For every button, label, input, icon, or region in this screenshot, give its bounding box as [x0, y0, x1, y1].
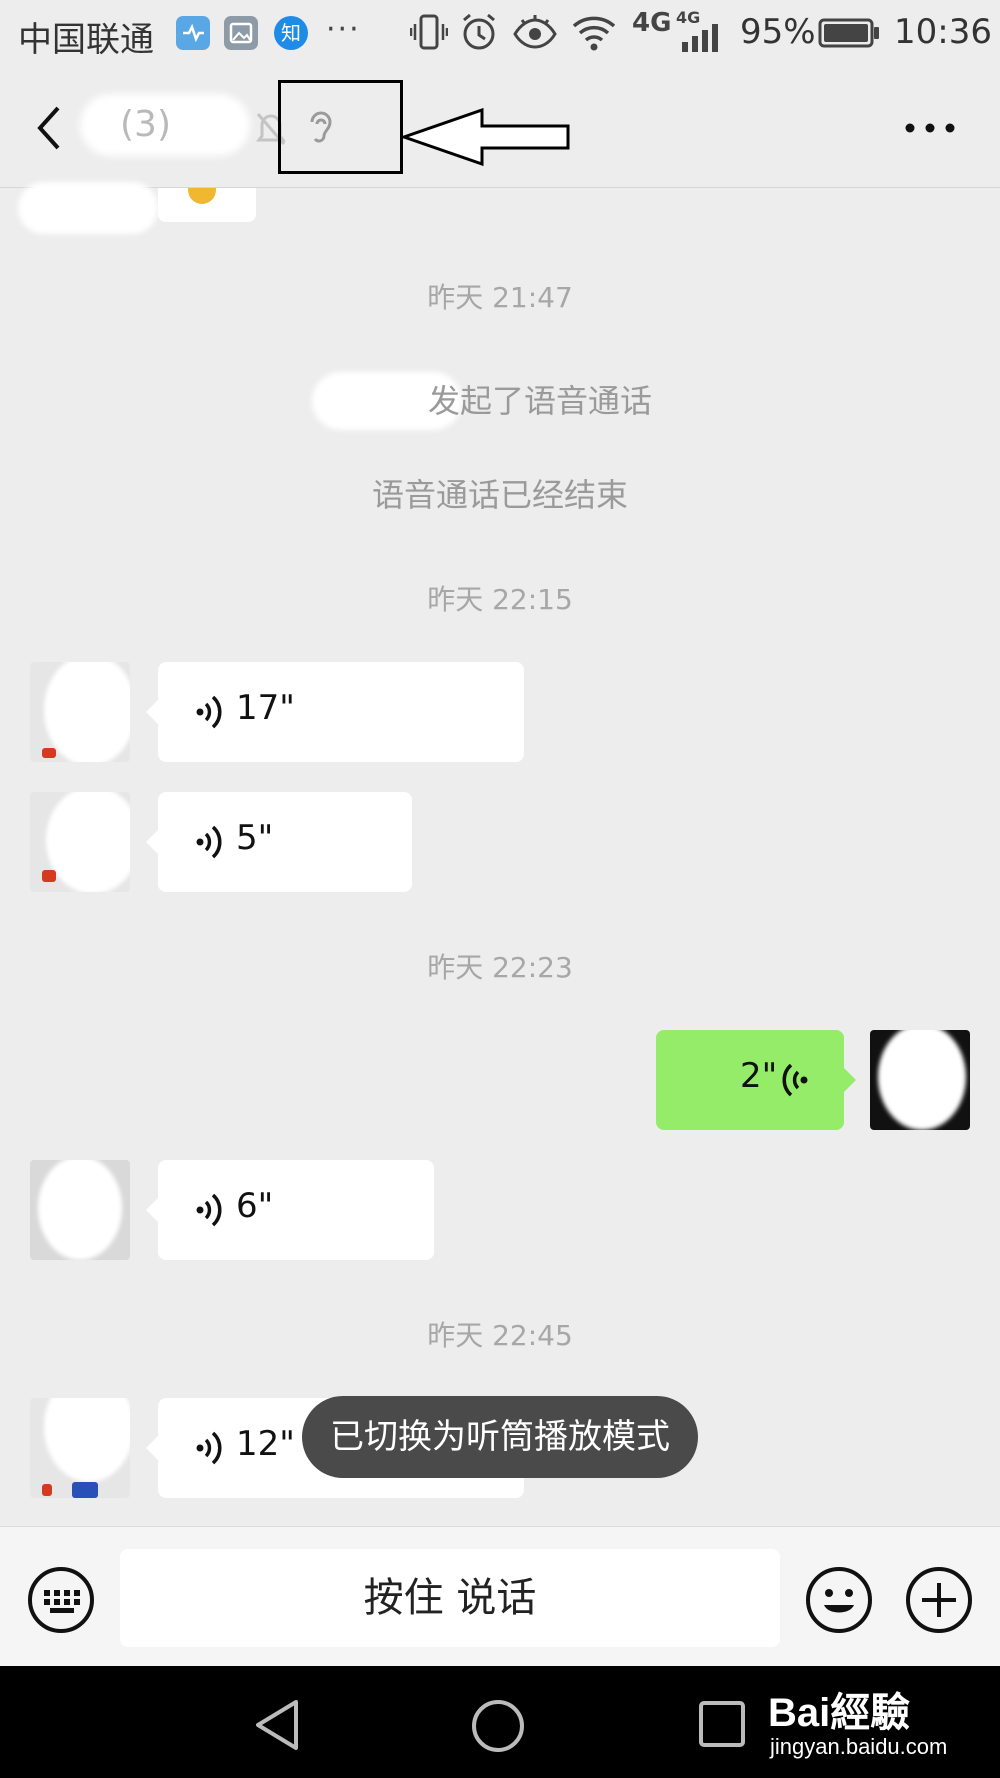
chat-header: (3) — [0, 70, 1000, 188]
battery-percent: 95% — [740, 12, 816, 52]
avatar[interactable] — [30, 1398, 130, 1498]
voice-duration: 6" — [236, 1186, 274, 1226]
timestamp: 昨天 22:23 — [427, 951, 573, 984]
input-bar: 按住 说话 — [0, 1526, 1000, 1666]
highlight-box-annotation — [278, 80, 403, 174]
signal-icon — [680, 24, 726, 56]
alarm-icon — [460, 12, 498, 56]
network-type: 4G — [632, 8, 672, 38]
toast-notification: 已切换为听筒播放模式 — [302, 1396, 698, 1478]
notification-overflow: ··· — [326, 12, 361, 47]
avatar[interactable] — [30, 1160, 130, 1260]
eye-comfort-icon — [512, 12, 558, 56]
wifi-icon — [572, 12, 616, 56]
voice-message-sent[interactable]: 2" — [656, 1030, 856, 1130]
emoji-icon[interactable] — [804, 1565, 874, 1635]
timestamp: 昨天 22:15 — [427, 583, 573, 616]
watermark-url: jingyan.baidu.com — [770, 1734, 948, 1759]
voice-duration: 5" — [236, 818, 274, 858]
voice-wave-icon — [194, 1429, 224, 1467]
chat-title-count: (3) — [120, 104, 171, 145]
clock: 10:36 — [894, 12, 992, 52]
timestamp: 昨天 22:45 — [427, 1319, 573, 1352]
partial-sticker-bubble[interactable] — [158, 188, 256, 222]
system-message-call-ended: 语音通话已经结束 — [371, 476, 628, 514]
avatar[interactable] — [30, 792, 130, 892]
voice-wave-icon — [194, 1191, 224, 1229]
baidu-jingyan-watermark: Bai經驗 — [768, 1691, 911, 1735]
arrow-annotation — [399, 107, 572, 167]
more-icon[interactable] — [900, 116, 960, 140]
partial-avatar-redaction — [18, 182, 158, 234]
status-bar: 中国联通 知 ··· 4G 4G 95% 10:36 — [0, 0, 1000, 70]
timestamp: 昨天 21:47 — [427, 281, 573, 314]
carrier-name: 中国联通 — [18, 20, 154, 60]
health-icon — [176, 16, 210, 50]
keyboard-toggle-icon[interactable] — [26, 1565, 96, 1635]
plus-icon[interactable] — [904, 1565, 974, 1635]
gallery-icon — [224, 16, 258, 50]
nav-home-icon[interactable] — [470, 1698, 526, 1754]
system-message-call-started: 发起了语音通话 — [427, 382, 652, 420]
voice-message[interactable]: 6" — [146, 1160, 434, 1260]
voice-message[interactable]: 5" — [146, 792, 412, 892]
vibrate-icon — [409, 12, 449, 56]
my-avatar[interactable] — [870, 1030, 970, 1130]
nav-back-icon[interactable] — [252, 1698, 302, 1752]
voice-wave-icon — [194, 693, 224, 731]
system-navigation-bar: Bai經驗 jingyan.baidu.com — [0, 1666, 1000, 1778]
voice-wave-icon — [780, 1061, 810, 1099]
chat-title[interactable]: (3) — [120, 104, 171, 145]
avatar[interactable] — [30, 662, 130, 762]
voice-duration: 17" — [236, 688, 295, 728]
hold-to-talk-button[interactable]: 按住 说话 — [120, 1549, 780, 1647]
voice-duration: 2" — [740, 1056, 778, 1096]
voice-duration: 12" — [236, 1424, 295, 1464]
voice-message[interactable]: 17" — [146, 662, 524, 762]
back-icon[interactable] — [30, 100, 70, 156]
voice-wave-icon — [194, 823, 224, 861]
battery-icon — [818, 18, 880, 52]
nav-recents-icon[interactable] — [698, 1700, 746, 1748]
sticker-emoji-icon — [188, 188, 216, 204]
zhihu-icon: 知 — [274, 16, 308, 50]
